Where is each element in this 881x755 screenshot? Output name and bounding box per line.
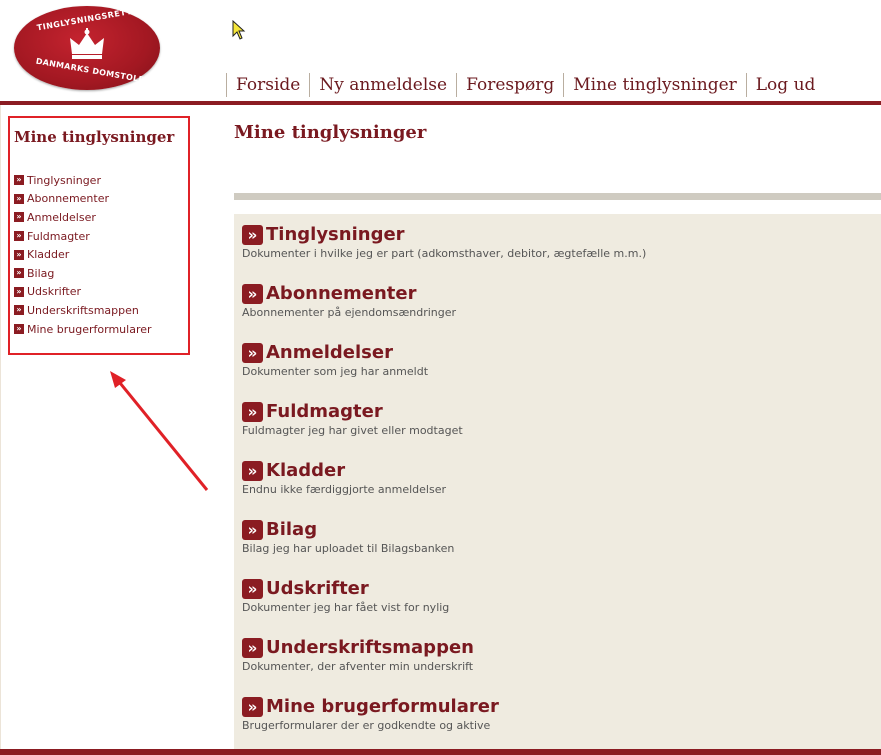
- sidebar-item-anmeldelser[interactable]: » Anmeldelser: [14, 208, 152, 227]
- sidebar-item-label: Tinglysninger: [27, 173, 101, 187]
- item-link[interactable]: » Abonnementer: [242, 283, 862, 304]
- sidebar-list: » Tinglysninger » Abonnementer » Anmeldelse…: [14, 171, 152, 338]
- double-chevron-icon: »: [14, 286, 24, 297]
- double-chevron-icon: »: [242, 519, 263, 540]
- item-title: Bilag: [266, 519, 318, 540]
- item-title: Tinglysninger: [266, 224, 405, 245]
- list-item-mine-brugerformularer: » Mine brugerformularer Brugerformularer …: [242, 696, 862, 732]
- item-description: Dokumenter, der afventer min underskrift: [242, 660, 474, 673]
- nav-log-ud[interactable]: Log ud: [745, 73, 825, 97]
- header-divider: [0, 101, 881, 105]
- item-description: Bilag jeg har uploadet til Bilagsbanken: [242, 542, 455, 555]
- list-item-underskriftsmappen: » Underskriftsmappen Dokumenter, der afve…: [242, 637, 862, 673]
- list-item-anmeldelser: » Anmeldelser Dokumenter som jeg har anme…: [242, 342, 862, 378]
- sidebar-item-bilag[interactable]: » Bilag: [14, 264, 152, 283]
- footer-divider: [0, 749, 881, 755]
- item-title: Underskriftsmappen: [266, 637, 474, 658]
- item-description: Endnu ikke færdiggjorte anmeldelser: [242, 483, 446, 496]
- double-chevron-icon: »: [14, 324, 24, 335]
- double-chevron-icon: »: [14, 231, 24, 242]
- double-chevron-icon: »: [14, 212, 24, 223]
- item-link[interactable]: » Kladder: [242, 460, 862, 481]
- item-title: Anmeldelser: [266, 342, 393, 363]
- item-title: Mine brugerformularer: [266, 696, 499, 717]
- double-chevron-icon: »: [242, 224, 263, 245]
- double-chevron-icon: »: [14, 249, 24, 260]
- item-link[interactable]: » Bilag: [242, 519, 862, 540]
- sidebar-item-label: Udskrifter: [27, 285, 81, 299]
- list-item-kladder: » Kladder Endnu ikke færdiggjorte anmelde…: [242, 460, 862, 496]
- double-chevron-icon: »: [14, 268, 24, 279]
- list-item-abonnementer: » Abonnementer Abonnementer på ejendomsæn…: [242, 283, 862, 319]
- sidebar-item-label: Kladder: [27, 248, 70, 262]
- double-chevron-icon: »: [242, 637, 263, 658]
- item-description: Dokumenter som jeg har anmeldt: [242, 365, 429, 378]
- item-title: Udskrifter: [266, 578, 369, 599]
- logo-area: TINGLYSNINGSRETTEN DANMARKS DOMSTOLE: [0, 0, 220, 100]
- item-description: Fuldmagter jeg har givet eller modtaget: [242, 424, 463, 437]
- double-chevron-icon: »: [242, 578, 263, 599]
- double-chevron-icon: »: [14, 193, 24, 204]
- double-chevron-icon: »: [242, 401, 263, 422]
- item-title: Kladder: [266, 460, 346, 481]
- sidebar-item-kladder[interactable]: » Kladder: [14, 245, 152, 264]
- item-link[interactable]: » Fuldmagter: [242, 401, 862, 422]
- sidebar-item-label: Anmeldelser: [27, 210, 96, 224]
- content-panel: » Tinglysninger Dokumenter i hvilke jeg e…: [234, 214, 881, 755]
- nav-mine-tinglysninger[interactable]: Mine tinglysninger: [563, 73, 746, 97]
- double-chevron-icon: »: [242, 696, 263, 717]
- item-link[interactable]: » Udskrifter: [242, 578, 862, 599]
- nav-ny-anmeldelse[interactable]: Ny anmeldelse: [309, 73, 456, 97]
- page-left-border: [0, 105, 1, 755]
- mouse-cursor-icon: [232, 20, 246, 40]
- double-chevron-icon: »: [242, 460, 263, 481]
- item-title: Abonnementer: [266, 283, 417, 304]
- double-chevron-icon: »: [242, 283, 263, 304]
- item-description: Dokumenter jeg har fået vist for nylig: [242, 601, 450, 614]
- sidebar-item-label: Fuldmagter: [27, 229, 90, 243]
- item-description: Dokumenter i hvilke jeg er part (adkomst…: [242, 247, 647, 260]
- item-link[interactable]: » Anmeldelser: [242, 342, 862, 363]
- double-chevron-icon: »: [14, 305, 24, 316]
- sidebar-item-label: Abonnementer: [27, 192, 110, 206]
- nav-foresporg[interactable]: Forespørg: [456, 73, 563, 97]
- item-link[interactable]: » Mine brugerformularer: [242, 696, 862, 717]
- sidebar-item-fuldmagter[interactable]: » Fuldmagter: [14, 227, 152, 246]
- list-item-tinglysninger: » Tinglysninger Dokumenter i hvilke jeg e…: [242, 224, 862, 260]
- list-item-udskrifter: » Udskrifter Dokumenter jeg har fået vist…: [242, 578, 862, 614]
- sidebar-menu: Mine tinglysninger » Tinglysninger » Abonn…: [8, 116, 190, 355]
- sidebar-item-mine-brugerformularer[interactable]: » Mine brugerformularer: [14, 320, 152, 339]
- crown-icon: [70, 28, 104, 59]
- sidebar-item-tinglysninger[interactable]: » Tinglysninger: [14, 171, 152, 190]
- double-chevron-icon: »: [242, 342, 263, 363]
- double-chevron-icon: »: [14, 175, 24, 186]
- item-title: Fuldmagter: [266, 401, 383, 422]
- item-description: Abonnementer på ejendomsændringer: [242, 306, 457, 319]
- item-link[interactable]: » Underskriftsmappen: [242, 637, 862, 658]
- sidebar-item-abonnementer[interactable]: » Abonnementer: [14, 190, 152, 209]
- sidebar-item-udskrifter[interactable]: » Udskrifter: [14, 283, 152, 302]
- court-seal-logo[interactable]: TINGLYSNINGSRETTEN DANMARKS DOMSTOLE: [14, 5, 160, 90]
- item-description: Brugerformularer der er godkendte og akt…: [242, 719, 491, 732]
- content-divider: [234, 193, 881, 200]
- list-item-bilag: » Bilag Bilag jeg har uploadet til Bilags…: [242, 519, 862, 555]
- sidebar-item-underskriftsmappen[interactable]: » Underskriftsmappen: [14, 301, 152, 320]
- nav-forside[interactable]: Forside: [226, 73, 309, 97]
- top-navigation: Forside Ny anmeldelse Forespørg Mine tin…: [226, 72, 824, 98]
- sidebar-title: Mine tinglysninger: [14, 128, 175, 146]
- page-title: Mine tinglysninger: [234, 122, 427, 143]
- sidebar-item-label: Bilag: [27, 266, 55, 280]
- sidebar-item-label: Mine brugerformularer: [27, 322, 152, 336]
- list-item-fuldmagter: » Fuldmagter Fuldmagter jeg har givet ell…: [242, 401, 862, 437]
- sidebar-item-label: Underskriftsmappen: [27, 303, 139, 317]
- item-link[interactable]: » Tinglysninger: [242, 224, 862, 245]
